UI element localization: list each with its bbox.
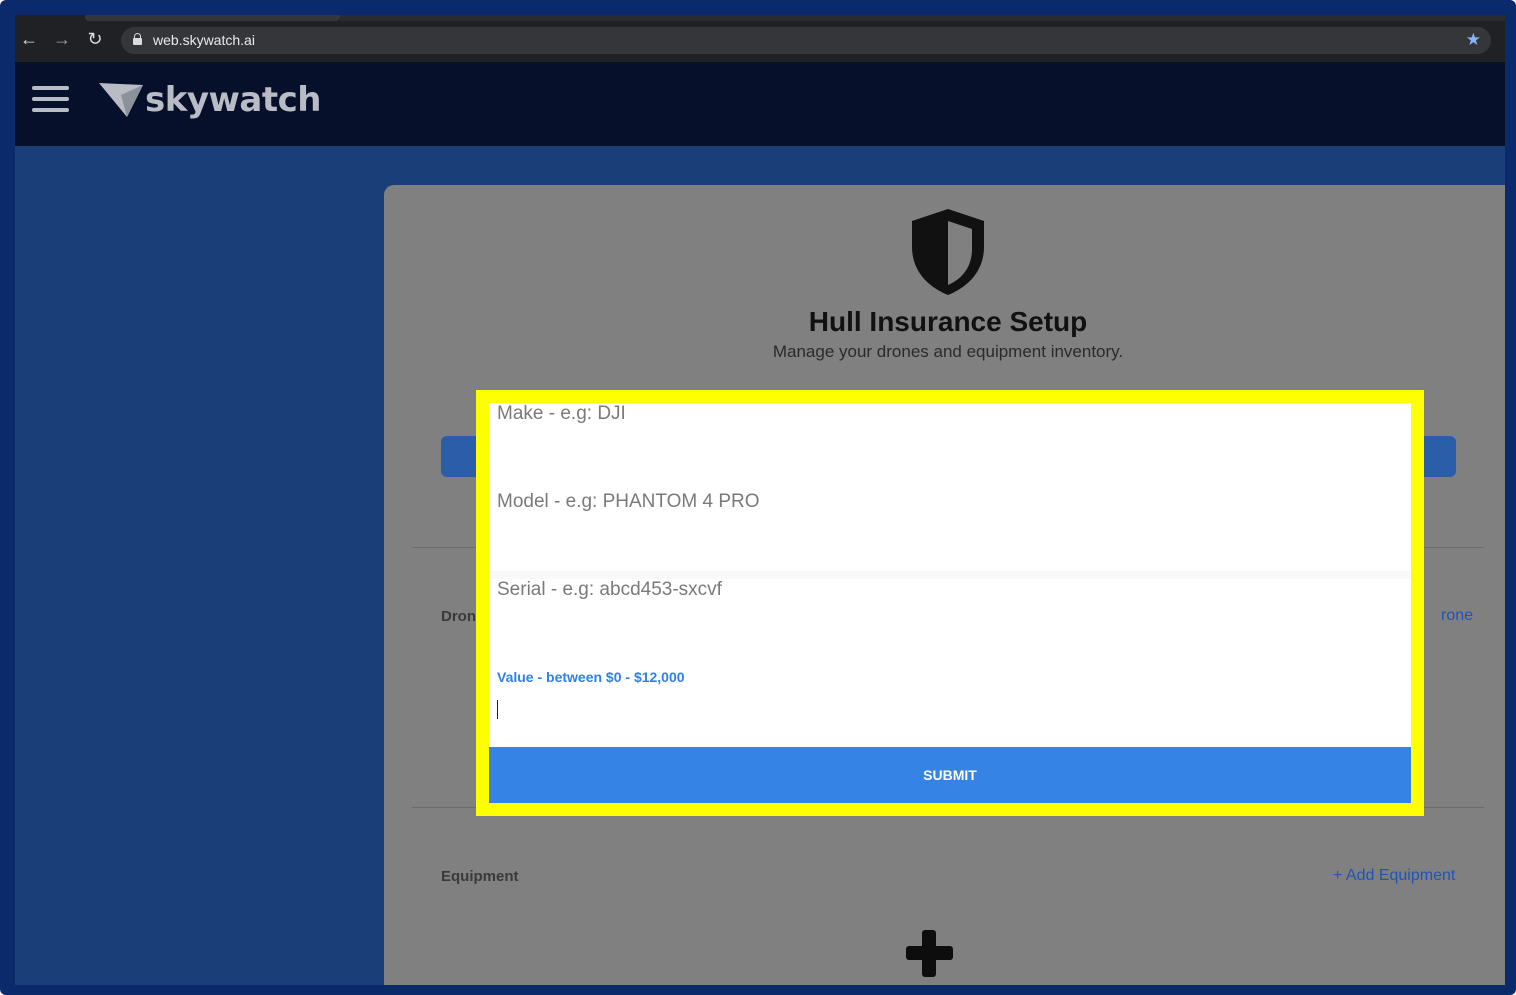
drones-section-label: Dron xyxy=(441,608,476,625)
model-input[interactable]: Model - e.g: PHANTOM 4 PRO xyxy=(497,491,760,513)
bookmark-star-icon[interactable]: ★ xyxy=(1466,29,1481,51)
make-field[interactable]: Make - e.g: DJI xyxy=(489,403,1411,491)
make-input[interactable]: Make - e.g: DJI xyxy=(497,403,626,425)
value-label: Value - between $0 - $12,000 xyxy=(497,669,685,685)
drone-form: Make - e.g: DJI Model - e.g: PHANTOM 4 P… xyxy=(489,403,1411,803)
url-text: web.skywatch.ai xyxy=(153,32,255,48)
model-field[interactable]: Model - e.g: PHANTOM 4 PRO xyxy=(489,491,1411,571)
page-subtitle: Manage your drones and equipment invento… xyxy=(772,342,1124,361)
field-separator xyxy=(489,571,1411,579)
value-field[interactable]: Value - between $0 - $12,000 xyxy=(489,659,1411,747)
tab-bar xyxy=(340,15,1505,21)
serial-input[interactable]: Serial - e.g: abcd453-sxcvf xyxy=(497,579,722,601)
browser-tab[interactable] xyxy=(85,15,340,21)
hamburger-menu-icon[interactable] xyxy=(32,86,69,112)
add-drone-link[interactable]: rone xyxy=(1441,606,1473,626)
browser-toolbar: ← → ↻ web.skywatch.ai ★ xyxy=(15,15,1505,62)
add-drone-modal: Make - e.g: DJI Model - e.g: PHANTOM 4 P… xyxy=(476,390,1424,816)
equipment-section-label: Equipment xyxy=(441,868,519,885)
page-title: Hull Insurance Setup xyxy=(808,306,1088,337)
shield-icon xyxy=(912,209,984,295)
logo-mark-icon xyxy=(99,83,143,117)
forward-icon[interactable]: → xyxy=(51,28,73,50)
brand-name: skywatch xyxy=(145,80,321,120)
serial-field[interactable]: Serial - e.g: abcd453-sxcvf xyxy=(489,579,1411,659)
add-plus-icon[interactable] xyxy=(906,930,953,977)
text-cursor xyxy=(497,700,498,719)
lock-icon xyxy=(133,33,142,45)
back-icon[interactable]: ← xyxy=(18,28,40,50)
address-bar[interactable]: web.skywatch.ai ★ xyxy=(121,27,1491,54)
app-header: skywatch xyxy=(15,62,1505,146)
add-equipment-link[interactable]: + Add Equipment xyxy=(1333,866,1455,886)
submit-button[interactable]: SUBMIT xyxy=(489,747,1411,803)
reload-icon[interactable]: ↻ xyxy=(84,28,106,50)
skywatch-logo[interactable]: skywatch xyxy=(99,76,321,126)
